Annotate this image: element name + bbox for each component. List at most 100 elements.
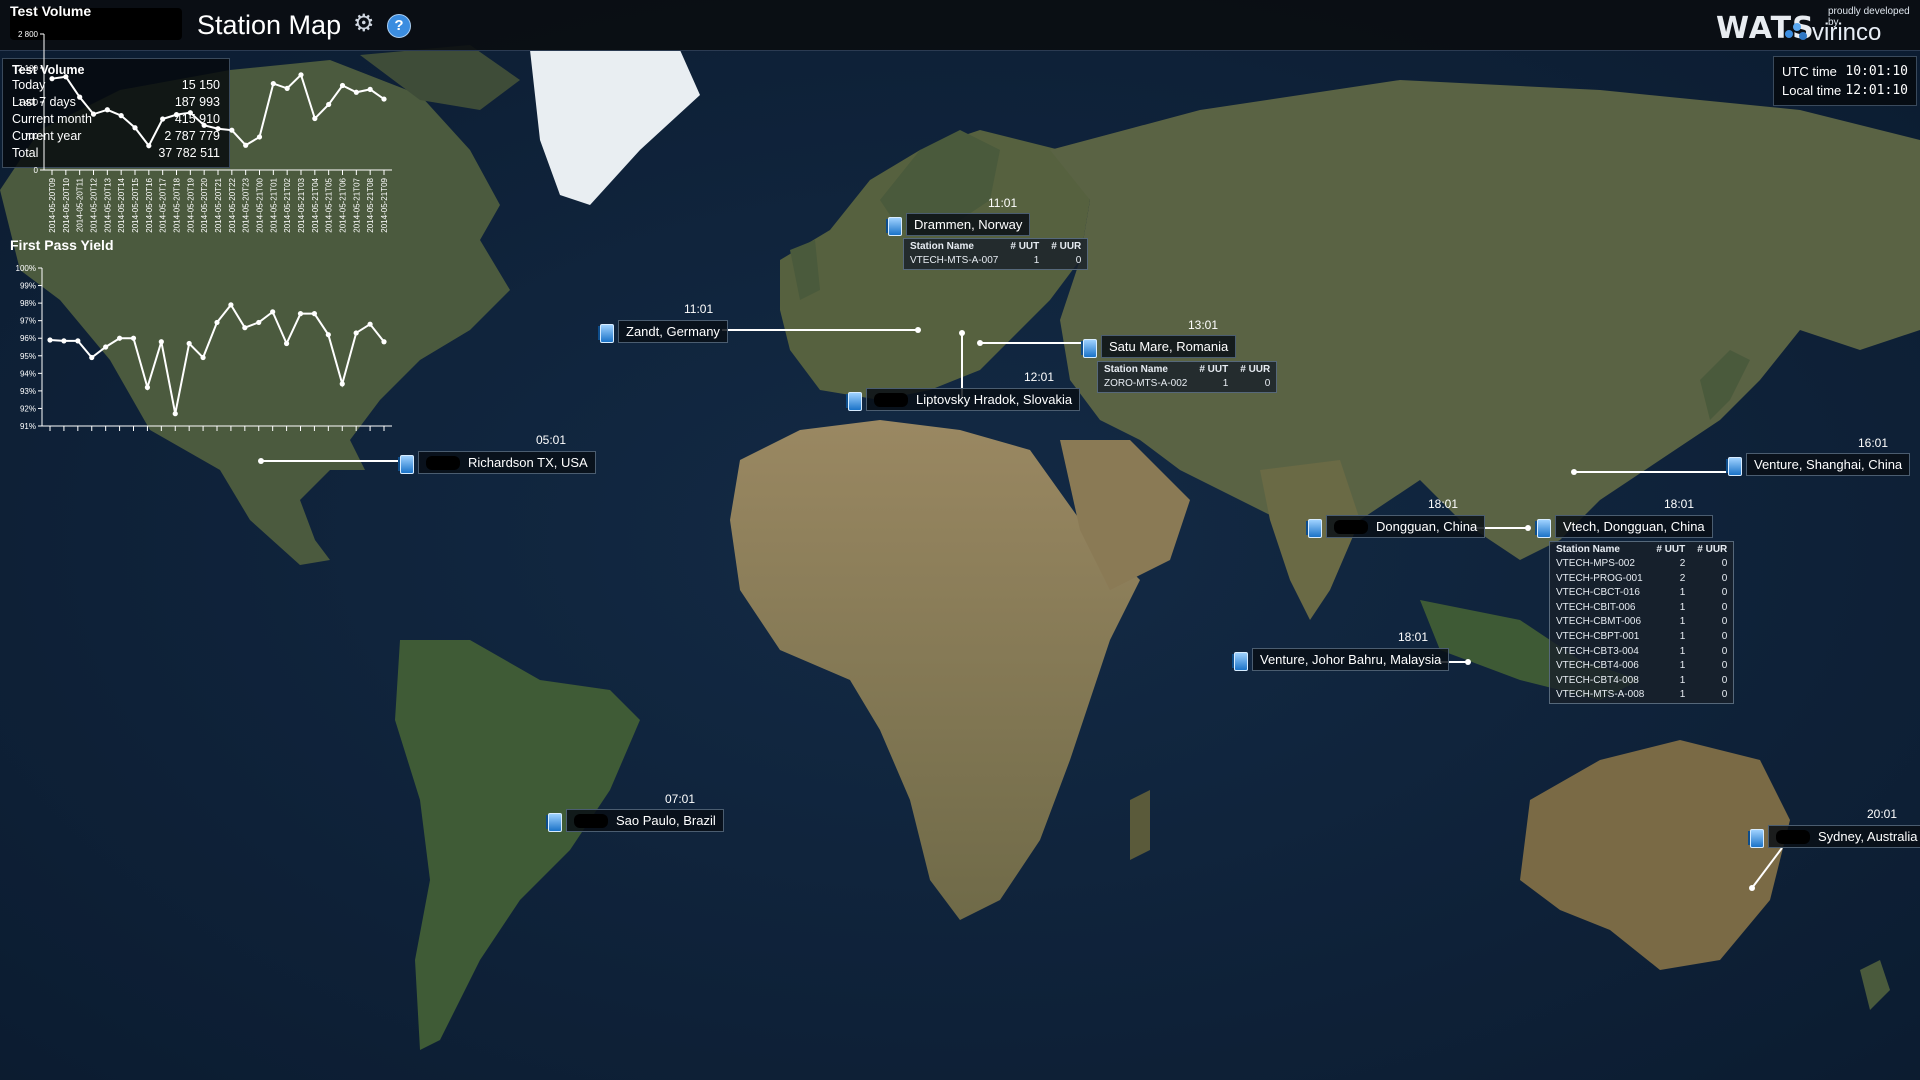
- cell-station-name: ZORO-MTS-A-002: [1104, 378, 1188, 389]
- cell-station-name: VTECH-CBMT-006: [1556, 616, 1642, 628]
- data-point: [146, 143, 152, 149]
- cell-uur: 0: [1721, 660, 1728, 672]
- data-point: [61, 338, 67, 344]
- utc-time-label: UTC time: [1782, 64, 1837, 79]
- x-tick-label: 2014-05-21T04: [311, 177, 320, 232]
- station-label[interactable]: Drammen, Norway: [906, 213, 1031, 236]
- x-tick-label: 2014-05-21T06: [339, 177, 348, 232]
- station-name: Venture, Johor Bahru, Malaysia: [1260, 652, 1442, 667]
- cell-uur: 0: [1721, 572, 1728, 584]
- table-row: VTECH-CBMT-006 1 0: [1550, 615, 1733, 630]
- x-tick-label: 2014-05-20T12: [90, 177, 99, 232]
- station-label[interactable]: Satu Mare, Romania: [1101, 335, 1237, 358]
- redacted-name: [1776, 829, 1810, 844]
- table-row: VTECH-MPS-002 2 0: [1550, 557, 1733, 572]
- cell-station-name: VTECH-CBPT-001: [1556, 630, 1640, 642]
- data-point: [270, 80, 276, 87]
- column-header-uut: # UUT: [1199, 364, 1229, 375]
- data-point: [158, 339, 164, 345]
- cell-station-name: VTECH-MTS-A-007: [910, 255, 999, 266]
- cell-station-name: VTECH-CBCT-016: [1556, 587, 1640, 599]
- column-header-uur: # UUR: [1051, 241, 1082, 252]
- data-point: [187, 110, 193, 116]
- station-icon: [1232, 650, 1248, 671]
- cell-uur: 0: [1264, 378, 1271, 389]
- data-point: [132, 125, 138, 131]
- station-icon: [1748, 827, 1764, 848]
- test-volume-chart: 2 800 2 100 1 400 700 0 2014-05-20T09 2014-05-…: [18, 30, 392, 233]
- station-sao-paulo[interactable]: Sao Paulo, Brazil: [546, 809, 724, 832]
- table-row: VTECH-CBT4-008 1 0: [1550, 674, 1733, 689]
- station-sydney[interactable]: Sydney, Australia: [1748, 825, 1920, 848]
- station-satu-mare[interactable]: Satu Mare, Romania: [1081, 335, 1237, 358]
- station-icon: [546, 811, 562, 832]
- cell-station-name: VTECH-PROG-001: [1556, 572, 1643, 584]
- cell-uur: 0: [1075, 255, 1082, 266]
- x-tick-label: 2014-05-20T19: [186, 177, 195, 232]
- station-johor-bahru[interactable]: Venture, Johor Bahru, Malaysia: [1232, 648, 1450, 671]
- station-label[interactable]: Sao Paulo, Brazil: [566, 809, 724, 832]
- station-icon: [886, 215, 902, 236]
- y-tick-label: 97%: [20, 317, 36, 326]
- data-point: [89, 354, 95, 361]
- table-row: ZORO-MTS-A-002 1 0: [1098, 377, 1276, 392]
- madagascar-island: [1130, 790, 1150, 860]
- x-tick-label: 2014-05-20T22: [228, 177, 237, 232]
- data-point: [297, 311, 304, 317]
- station-local-time: 11:01: [684, 302, 714, 316]
- data-point: [256, 134, 263, 140]
- cell-uut: 1: [1679, 630, 1686, 642]
- y-tick-label: 91%: [20, 422, 36, 431]
- table-row: VTECH-CBIT-006 1 0: [1550, 601, 1733, 616]
- station-table-drammen: Station Name # UUT # UUR VTECH-MTS-A-007 1 0: [903, 238, 1089, 270]
- station-label[interactable]: Zandt, Germany: [618, 320, 728, 343]
- station-label[interactable]: Richardson TX, USA: [418, 451, 596, 474]
- station-liptovsky-hradok[interactable]: Liptovsky Hradok, Slovakia: [846, 388, 1081, 411]
- data-point: [186, 340, 192, 347]
- y-tick-label: 99%: [20, 282, 36, 291]
- station-drammen[interactable]: Drammen, Norway: [886, 213, 1031, 236]
- station-table-vtech-dongguan: Station Name # UUT # UUR VTECH-MPS-002 2 0 V…: [1549, 541, 1735, 704]
- station-local-time: 05:01: [536, 433, 567, 447]
- x-tick-label: 2014-05-21T09: [380, 177, 389, 232]
- data-point: [311, 311, 318, 317]
- station-vtech-dongguan[interactable]: Vtech, Dongguan, China: [1535, 515, 1713, 538]
- station-richardson[interactable]: Richardson TX, USA: [398, 451, 596, 474]
- y-tick-label: 93%: [20, 387, 36, 396]
- x-tick-label: 2014-05-21T03: [297, 177, 306, 232]
- station-local-time: 11:01: [988, 196, 1018, 210]
- station-shanghai[interactable]: Venture, Shanghai, China: [1726, 453, 1911, 476]
- station-local-time: 18:01: [1664, 497, 1695, 511]
- station-label[interactable]: Liptovsky Hradok, Slovakia: [866, 388, 1081, 411]
- station-name: Liptovsky Hradok, Slovakia: [916, 392, 1073, 407]
- y-tick-label: 100%: [16, 264, 36, 273]
- station-label[interactable]: Venture, Johor Bahru, Malaysia: [1252, 648, 1450, 671]
- data-point: [229, 127, 235, 133]
- cell-uut: 1: [1222, 378, 1229, 389]
- station-name: Sao Paulo, Brazil: [616, 813, 716, 828]
- station-label[interactable]: Sydney, Australia: [1768, 825, 1920, 848]
- station-zandt[interactable]: Zandt, Germany: [598, 320, 728, 343]
- cell-uut: 2: [1679, 558, 1686, 569]
- table-row: VTECH-CBCT-016 1 0: [1550, 586, 1733, 601]
- table-row: VTECH-CBT4-006 1 0: [1550, 659, 1733, 674]
- station-label[interactable]: Dongguan, China: [1326, 515, 1486, 538]
- station-icon: [1535, 517, 1551, 538]
- station-local-time: 18:01: [1398, 630, 1429, 644]
- station-label[interactable]: Venture, Shanghai, China: [1746, 453, 1911, 476]
- data-point: [298, 72, 304, 78]
- station-dongguan[interactable]: Dongguan, China: [1306, 515, 1486, 538]
- data-point: [173, 112, 180, 118]
- data-point: [325, 332, 331, 338]
- station-name: Zandt, Germany: [626, 324, 720, 339]
- virinco-logo-icon: [1785, 23, 1807, 40]
- x-tick-label: 2014-05-20T14: [117, 177, 126, 232]
- cell-uut: 1: [1033, 255, 1040, 266]
- station-label[interactable]: Vtech, Dongguan, China: [1555, 515, 1713, 538]
- cell-uur: 0: [1721, 616, 1728, 628]
- first-pass-yield-chart-title: First Pass Yield: [10, 237, 114, 253]
- station-name: Richardson TX, USA: [468, 455, 588, 470]
- y-tick-label: 700: [25, 132, 39, 141]
- station-icon: [846, 390, 862, 411]
- cell-uur: 0: [1721, 689, 1728, 701]
